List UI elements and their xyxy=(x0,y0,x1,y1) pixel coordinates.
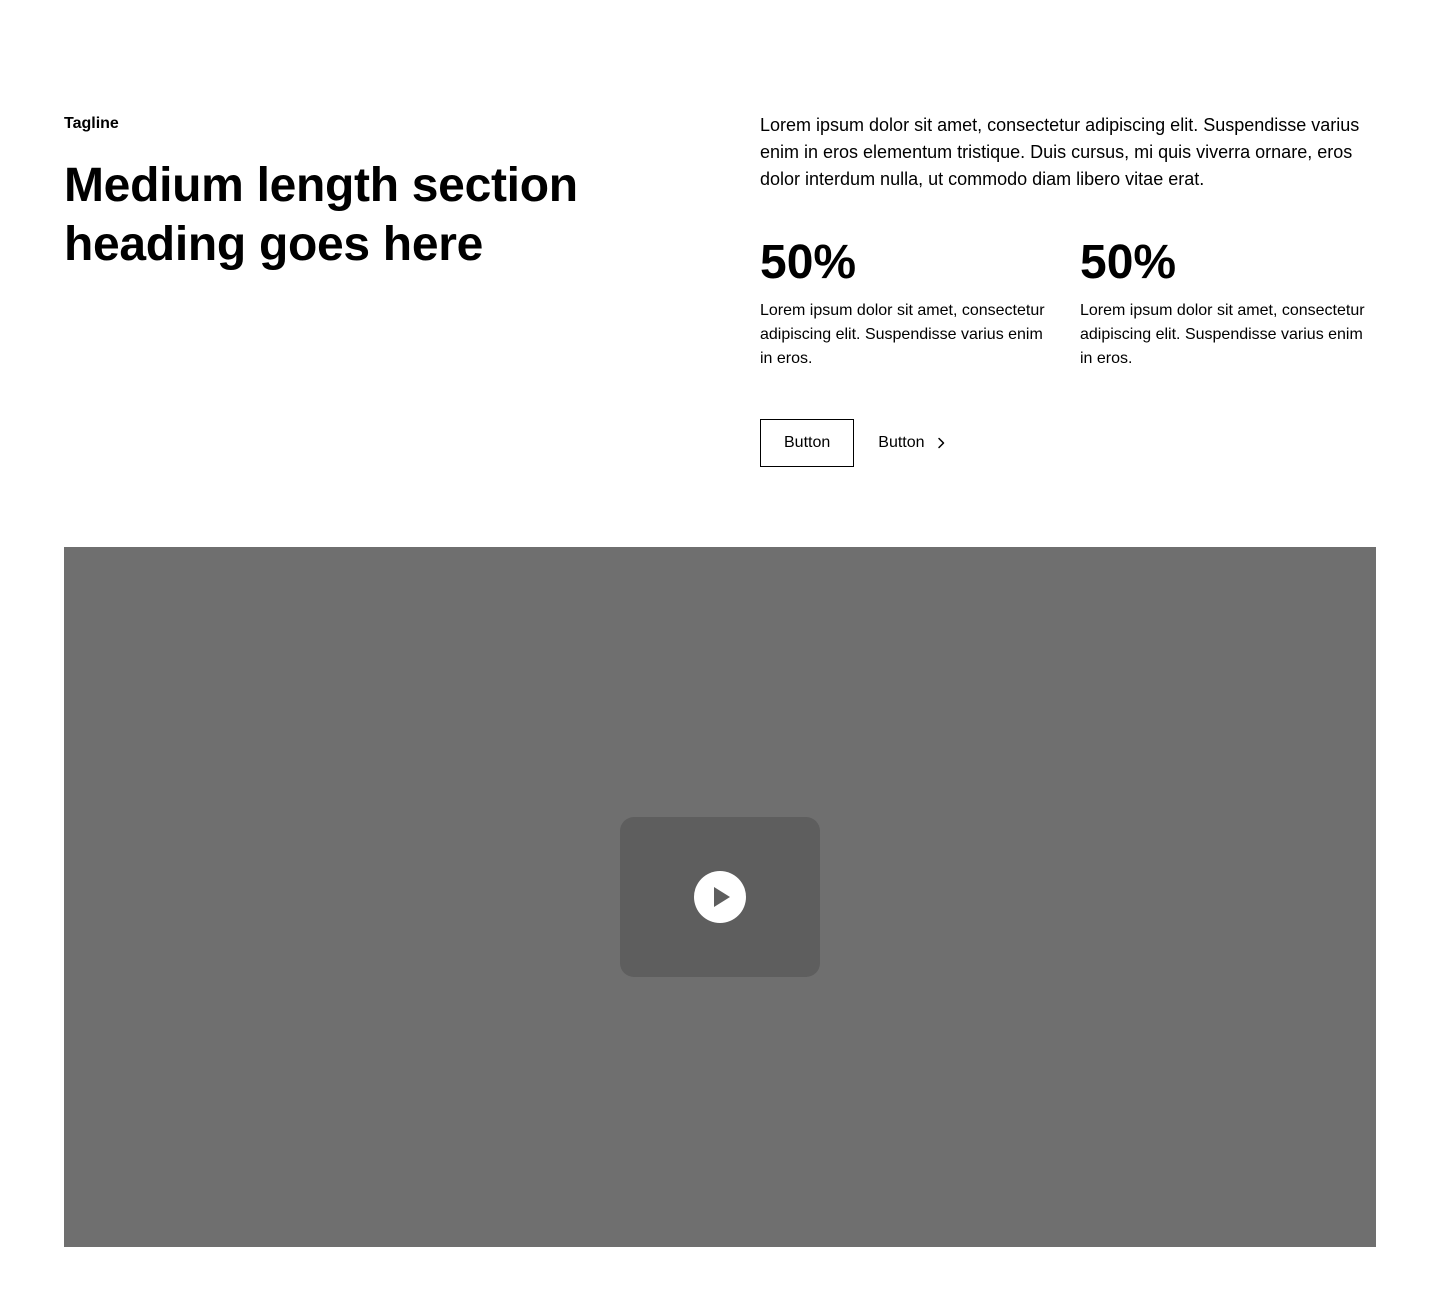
tagline: Tagline xyxy=(64,115,119,132)
header-section: Tagline Medium length section heading go… xyxy=(0,0,1440,1306)
section-heading: Medium length section heading goes here xyxy=(64,159,578,271)
stats-list: 50% Lorem ipsum dolor sit amet, consecte… xyxy=(760,235,1376,371)
chevron-right-icon xyxy=(933,435,949,451)
intro-paragraph: Lorem ipsum dolor sit amet, consectetur … xyxy=(760,115,1360,189)
stat-item: 50% Lorem ipsum dolor sit amet, consecte… xyxy=(1080,235,1368,371)
link-button-label: Button xyxy=(878,434,925,451)
stat-description: Lorem ipsum dolor sit amet, consectetur … xyxy=(1080,302,1365,367)
secondary-button[interactable]: Button xyxy=(760,419,855,467)
heading-column: Tagline Medium length section heading go… xyxy=(64,112,624,274)
play-video-button[interactable] xyxy=(620,817,820,977)
link-button[interactable]: Button xyxy=(878,419,948,467)
stat-value: 50% xyxy=(1080,236,1177,289)
video-placeholder xyxy=(64,547,1376,1247)
action-buttons: Button Button xyxy=(760,419,1376,467)
stat-description: Lorem ipsum dolor sit amet, consectetur … xyxy=(760,302,1045,367)
content-column: Lorem ipsum dolor sit amet, consectetur … xyxy=(760,112,1376,467)
stat-value: 50% xyxy=(760,236,857,289)
stat-item: 50% Lorem ipsum dolor sit amet, consecte… xyxy=(760,235,1048,371)
play-icon xyxy=(692,869,748,925)
